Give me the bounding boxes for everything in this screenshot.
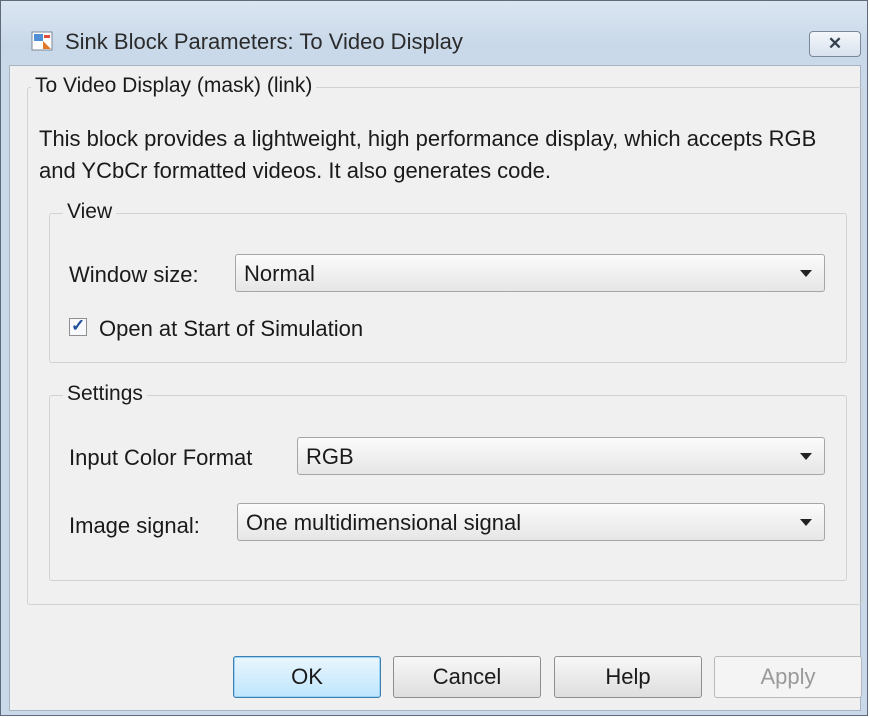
- window-size-value: Normal: [244, 261, 315, 286]
- dialog-window: Sink Block Parameters: To Video Display …: [0, 0, 868, 716]
- simulink-block-icon: [31, 31, 55, 53]
- view-group-title: View: [63, 200, 117, 224]
- close-button[interactable]: ✕: [809, 31, 861, 57]
- mask-group-title: To Video Display (mask) (link): [31, 74, 317, 98]
- settings-groupbox: [49, 395, 847, 581]
- help-button[interactable]: Help: [554, 656, 702, 698]
- open-at-start-checkbox[interactable]: ✓: [69, 316, 87, 336]
- window-size-dropdown[interactable]: Normal: [235, 254, 825, 292]
- image-signal-label: Image signal:: [69, 513, 200, 538]
- apply-button[interactable]: Apply: [714, 656, 862, 698]
- window-size-label: Window size:: [69, 262, 199, 287]
- input-color-format-label: Input Color Format: [69, 445, 253, 470]
- title-bar[interactable]: Sink Block Parameters: To Video Display …: [1, 1, 867, 57]
- block-description: This block provides a lightweight, high …: [39, 126, 817, 183]
- image-signal-dropdown[interactable]: One multidimensional signal: [237, 503, 825, 541]
- ok-button[interactable]: OK: [233, 656, 381, 698]
- chevron-down-icon: [800, 453, 812, 460]
- open-at-start-label[interactable]: Open at Start of Simulation: [99, 316, 363, 342]
- input-color-format-value: RGB: [306, 444, 354, 469]
- input-color-format-dropdown[interactable]: RGB: [297, 437, 825, 475]
- close-icon: ✕: [827, 34, 843, 53]
- checkmark-icon: ✓: [71, 316, 86, 335]
- chevron-down-icon: [800, 270, 812, 277]
- settings-group-title: Settings: [63, 382, 147, 406]
- window-title: Sink Block Parameters: To Video Display: [65, 29, 463, 54]
- image-signal-value: One multidimensional signal: [246, 510, 522, 535]
- chevron-down-icon: [800, 519, 812, 526]
- cancel-button[interactable]: Cancel: [393, 656, 541, 698]
